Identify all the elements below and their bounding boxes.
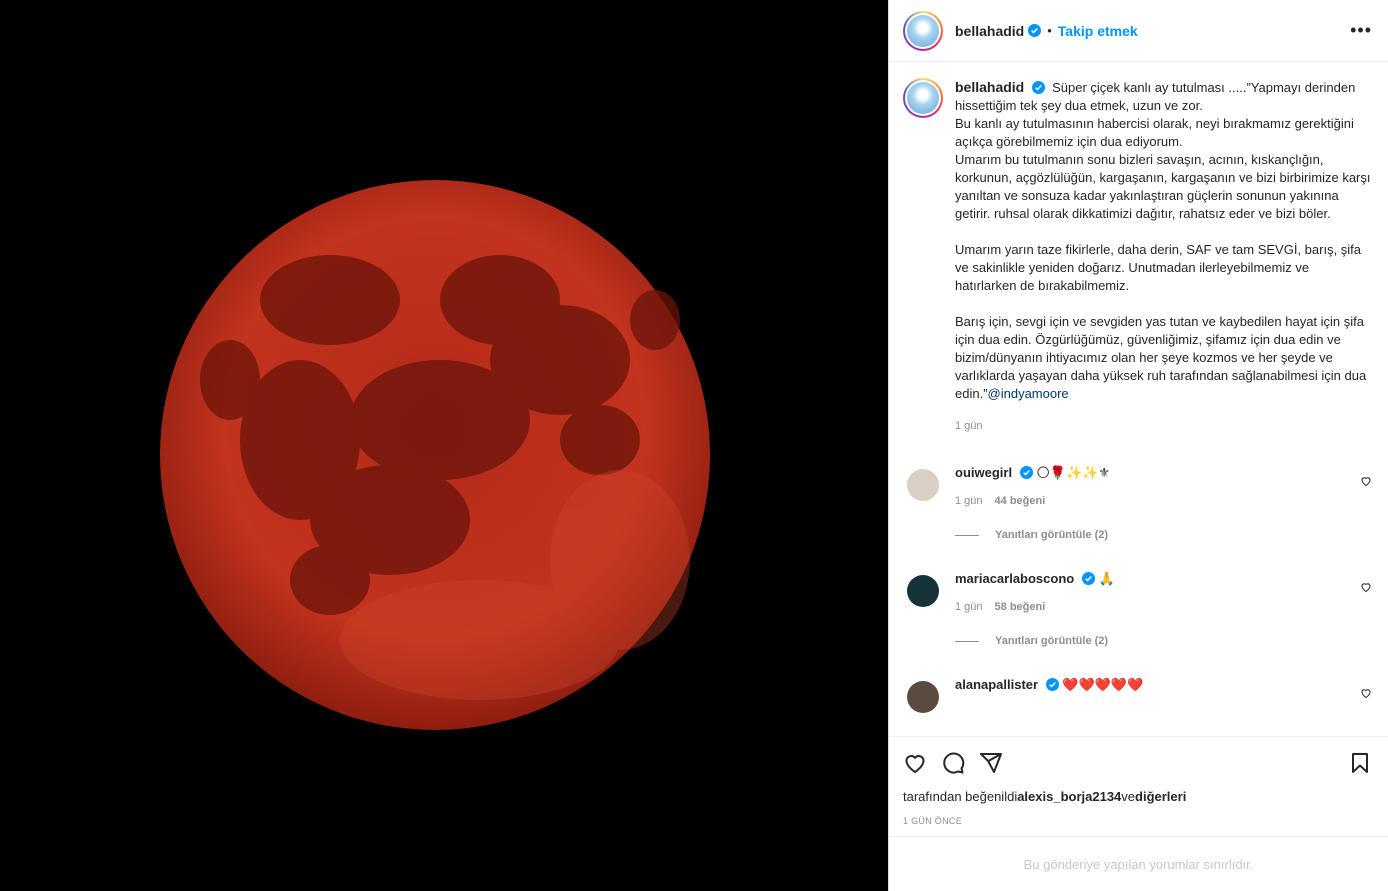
verified-icon [1019, 466, 1033, 479]
comments-area[interactable]: bellahadid Süper çiçek kanlı ay tutulmas… [889, 62, 1388, 736]
liked-by: tarafından beğenildialexis_borja2134vedi… [903, 789, 1372, 804]
comment-likes[interactable]: 58 beğeni [995, 601, 1046, 613]
verified-icon [1081, 572, 1095, 585]
liked-by-mid: ve [1121, 789, 1136, 804]
liked-by-prefix: tarafından beğenildi [903, 789, 1018, 804]
heart-icon[interactable] [1360, 581, 1372, 593]
author-username[interactable]: bellahadid [955, 23, 1024, 39]
heart-icon[interactable] [1360, 687, 1372, 699]
comment-time[interactable]: 1 gün [955, 495, 983, 507]
comment-item: alanapallister ❤️❤️❤️❤️❤️ [903, 677, 1372, 713]
post-sidebar: bellahadid • Takip etmek ••• bellahadid … [888, 0, 1388, 891]
follow-button[interactable]: Takip etmek [1058, 23, 1138, 39]
caption-avatar[interactable] [903, 78, 943, 118]
view-replies-button[interactable]: Yanıtları görüntüle (2) [955, 529, 1372, 541]
blood-moon-image [0, 0, 888, 891]
comment-time[interactable]: 1 gün [955, 601, 983, 613]
comment-avatar[interactable] [907, 469, 939, 501]
verified-icon [1028, 24, 1042, 37]
caption-mention[interactable]: @indyamoore [988, 386, 1069, 401]
view-replies-button[interactable]: Yanıtları görüntüle (2) [955, 635, 1372, 647]
share-icon[interactable] [979, 751, 1003, 775]
heart-icon[interactable] [903, 751, 927, 775]
heart-icon[interactable] [1360, 475, 1372, 487]
comment-text: 🙏 [1098, 572, 1115, 587]
caption-username[interactable]: bellahadid [955, 79, 1024, 95]
bookmark-icon[interactable] [1348, 751, 1372, 775]
comment-likes[interactable]: 44 beğeni [995, 495, 1046, 507]
post-image[interactable] [0, 0, 888, 891]
comment-icon[interactable] [941, 751, 965, 775]
comment-item: ouiwegirl 🌕🌹✨✨⚜ 1 gün 44 beğeni Yanıtları… [903, 465, 1372, 541]
comment-username[interactable]: mariacarlaboscono [955, 571, 1074, 586]
comment-text: 🌕🌹✨✨⚜ [1036, 466, 1111, 481]
caption-text: Süper çiçek kanlı ay tutulması .....”Yap… [955, 80, 1371, 401]
comment-username[interactable]: alanapallister [955, 677, 1038, 692]
liked-by-user[interactable]: alexis_borja2134 [1017, 789, 1121, 804]
view-replies-label: Yanıtları görüntüle (2) [995, 635, 1109, 647]
post-viewer: bellahadid • Takip etmek ••• bellahadid … [0, 0, 1388, 891]
separator-dot: • [1047, 23, 1052, 38]
comments-limited-notice: Bu gönderiye yapılan yorumlar sınırlıdır… [889, 836, 1388, 891]
caption-time[interactable]: 1 gün [955, 417, 1372, 435]
comment-avatar[interactable] [907, 681, 939, 713]
view-replies-label: Yanıtları görüntüle (2) [995, 529, 1109, 541]
caption: bellahadid Süper çiçek kanlı ay tutulmas… [903, 78, 1372, 435]
post-actions: tarafından beğenildialexis_borja2134vedi… [889, 736, 1388, 836]
more-icon[interactable]: ••• [1350, 20, 1372, 41]
comment-avatar[interactable] [907, 575, 939, 607]
verified-icon [1031, 81, 1045, 94]
verified-icon [1045, 678, 1059, 691]
post-time[interactable]: 1 GÜN ÖNCE [903, 816, 1372, 826]
comment-item: mariacarlaboscono 🙏 1 gün 58 beğeni Yanıt… [903, 571, 1372, 647]
post-header: bellahadid • Takip etmek ••• [889, 0, 1388, 62]
author-avatar[interactable] [903, 10, 943, 51]
comment-username[interactable]: ouiwegirl [955, 465, 1012, 480]
comment-text: ❤️❤️❤️❤️❤️ [1062, 678, 1144, 693]
liked-by-others[interactable]: diğerleri [1135, 789, 1186, 804]
